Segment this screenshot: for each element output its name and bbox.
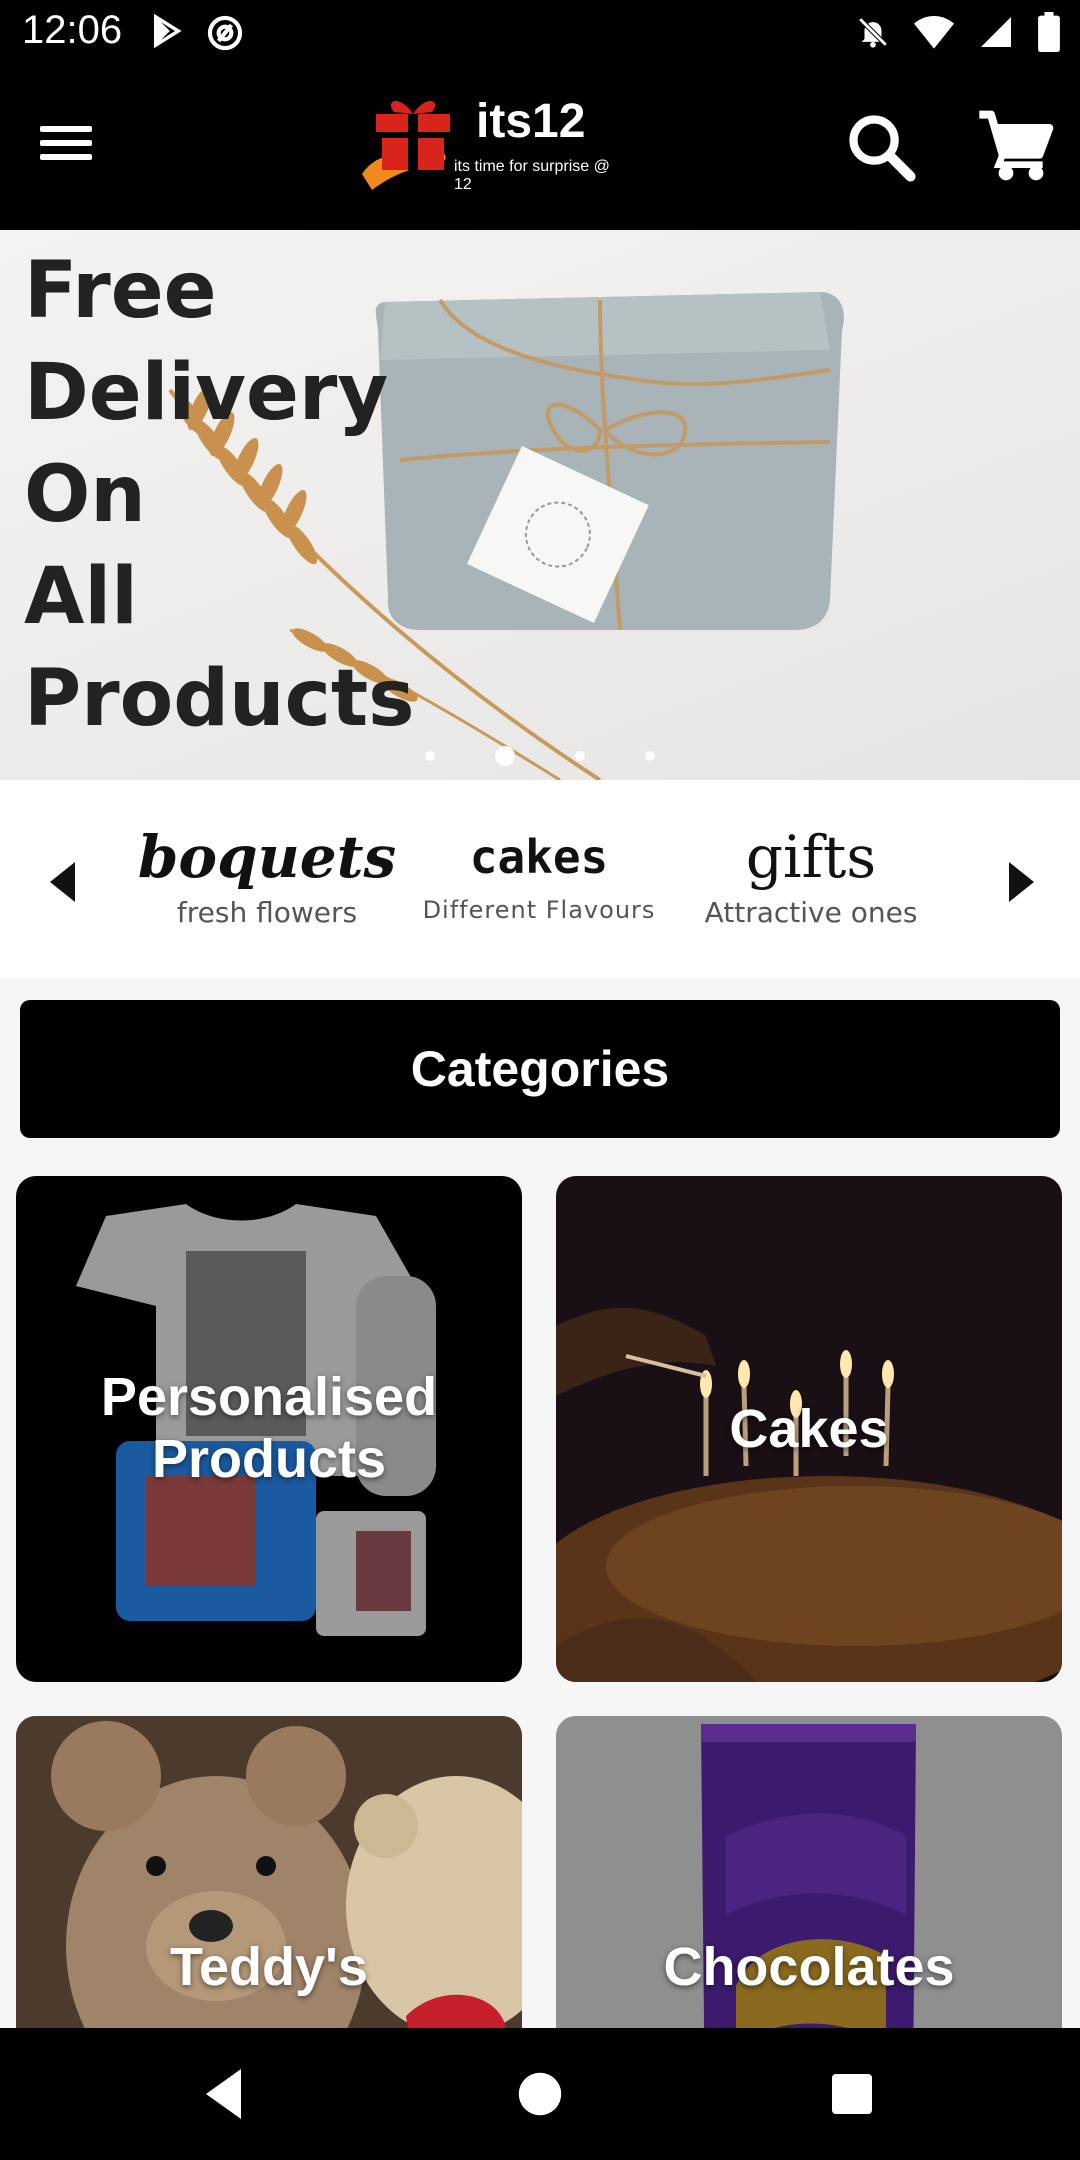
arrow-left-icon[interactable] [50, 862, 80, 902]
status-time: 12:06 [22, 8, 123, 52]
banner-headline: Free Delivery On All Products [24, 246, 415, 744]
play-store-icon [153, 14, 182, 48]
featured-strip: boquets fresh flowers cakes Different Fl… [0, 780, 1080, 978]
categories-header: Categories [20, 1000, 1060, 1138]
gift-hand-icon [362, 100, 450, 190]
logo-tagline: its time for surprise @ 12 [454, 158, 610, 193]
menu-icon [40, 126, 92, 132]
recents-icon[interactable] [822, 2064, 882, 2124]
menu-button[interactable] [40, 118, 114, 178]
cart-button[interactable] [976, 108, 1056, 188]
strip-item-cakes[interactable]: cakes Different Flavours [404, 824, 674, 924]
carousel-dot[interactable] [645, 751, 655, 761]
wifi-icon [914, 16, 954, 49]
app-logo[interactable]: its12 its time for surprise @ 12 [354, 86, 624, 196]
back-icon[interactable] [196, 2064, 256, 2124]
arrow-right-icon[interactable] [1004, 862, 1034, 902]
category-card-chocolates[interactable]: Chocolates [556, 1716, 1062, 2028]
status-bar: 12:06 [0, 0, 1080, 66]
system-nav-bar [0, 2028, 1080, 2160]
carousel-dot[interactable] [425, 751, 435, 761]
carousel-dot[interactable] [575, 751, 585, 761]
app-bar: its12 its time for surprise @ 12 [0, 66, 1080, 230]
notifications-off-icon [858, 17, 888, 48]
categories-section: Categories Personalised Products Cakes T… [0, 978, 1080, 2028]
signal-icon [981, 17, 1011, 47]
cart-icon [979, 110, 1054, 181]
strip-item-gifts[interactable]: gifts Attractive ones [676, 824, 946, 929]
carousel-dot-active[interactable] [495, 746, 515, 766]
carousel-indicator [0, 746, 1080, 766]
search-button[interactable] [844, 110, 920, 186]
promo-banner[interactable]: Free Delivery On All Products [0, 230, 1080, 780]
at-sign-icon [207, 15, 243, 51]
strip-item-boquets[interactable]: boquets fresh flowers [132, 824, 402, 929]
category-label: Chocolates [663, 1937, 955, 1997]
home-icon[interactable] [510, 2064, 570, 2124]
category-card-cakes[interactable]: Cakes [556, 1176, 1062, 1682]
category-label: Personalised Products [100, 1367, 438, 1489]
battery-icon [1038, 12, 1060, 52]
category-card-personalised[interactable]: Personalised Products [16, 1176, 522, 1682]
logo-title: its12 [476, 95, 586, 148]
category-card-teddys[interactable]: Teddy's [16, 1716, 522, 2028]
search-icon [849, 115, 916, 182]
category-label: Cakes [729, 1399, 889, 1459]
category-label: Teddy's [170, 1937, 368, 1997]
